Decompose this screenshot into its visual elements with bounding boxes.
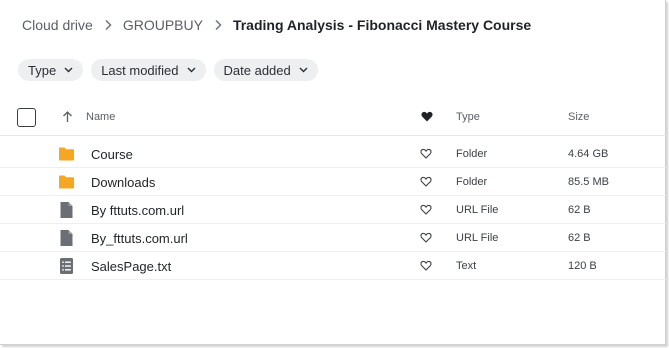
folder-icon	[59, 147, 74, 161]
table-header: Name Type Size	[0, 100, 666, 136]
file-size: 62 B	[568, 232, 591, 244]
table-row[interactable]: Course Folder 4.64 GB	[0, 140, 666, 168]
file-size: 120 B	[568, 260, 597, 272]
table-row[interactable]: By_fttuts.com.url URL File 62 B	[0, 224, 666, 252]
file-name: Downloads	[91, 175, 156, 190]
heart-outline-icon[interactable]	[420, 260, 432, 271]
file-size: 4.64 GB	[568, 148, 609, 160]
chevron-down-icon	[187, 67, 196, 73]
filter-last-modified-button[interactable]: Last modified	[91, 59, 206, 81]
heart-outline-icon[interactable]	[420, 148, 432, 159]
filter-type-button[interactable]: Type	[18, 59, 84, 81]
file-browser-window: Cloud drive GROUPBUY Trading Analysis - …	[0, 0, 666, 345]
chevron-down-icon	[299, 67, 308, 73]
file-size: 62 B	[568, 204, 591, 216]
file-name: By_fttuts.com.url	[91, 231, 188, 246]
table-row[interactable]: By fttuts.com.url URL File 62 B	[0, 196, 666, 224]
folder-icon	[59, 175, 74, 189]
breadcrumb-item-groupbuy[interactable]: GROUPBUY	[123, 17, 203, 33]
text-file-icon	[60, 258, 73, 274]
file-type: URL File	[456, 204, 499, 216]
filter-label: Date added	[223, 62, 291, 78]
file-icon	[60, 230, 73, 246]
filter-label: Type	[28, 62, 57, 78]
file-type: Folder	[456, 148, 488, 160]
file-type: URL File	[456, 232, 499, 244]
file-list: Course Folder 4.64 GB Downloads Folder 8…	[0, 140, 666, 280]
filter-label: Last modified	[101, 62, 179, 78]
breadcrumb: Cloud drive GROUPBUY Trading Analysis - …	[22, 15, 531, 35]
table-row[interactable]: Downloads Folder 85.5 MB	[0, 168, 666, 196]
sort-arrow-up-icon[interactable]	[62, 111, 73, 123]
file-size: 85.5 MB	[568, 176, 609, 188]
file-type: Text	[456, 260, 477, 272]
heart-filled-icon[interactable]	[421, 111, 433, 122]
chevron-right-icon	[103, 19, 113, 31]
file-name: Course	[91, 147, 133, 162]
column-header-type[interactable]: Type	[456, 111, 480, 123]
heart-outline-icon[interactable]	[420, 204, 432, 215]
column-header-size[interactable]: Size	[568, 111, 589, 123]
table-row[interactable]: SalesPage.txt Text 120 B	[0, 252, 666, 280]
heart-outline-icon[interactable]	[420, 232, 432, 243]
filter-bar: Type Last modified Date added	[18, 59, 318, 81]
file-name: SalesPage.txt	[91, 259, 172, 274]
select-all-checkbox[interactable]	[17, 108, 36, 127]
heart-outline-icon[interactable]	[420, 176, 432, 187]
column-header-name[interactable]: Name	[86, 111, 115, 123]
breadcrumb-item-cloud-drive[interactable]: Cloud drive	[22, 17, 93, 33]
breadcrumb-current-folder: Trading Analysis - Fibonacci Mastery Cou…	[232, 17, 532, 33]
file-icon	[60, 202, 73, 218]
chevron-down-icon	[64, 67, 73, 73]
chevron-right-icon	[213, 19, 223, 31]
file-type: Folder	[456, 176, 488, 188]
file-name: By fttuts.com.url	[91, 203, 185, 218]
filter-date-added-button[interactable]: Date added	[213, 59, 318, 81]
